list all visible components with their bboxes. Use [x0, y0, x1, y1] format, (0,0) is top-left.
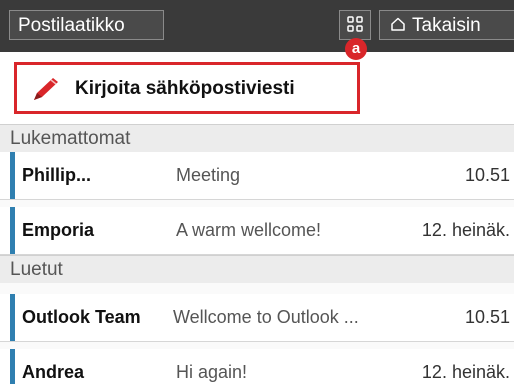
section-title: Luetut — [10, 259, 63, 280]
section-header-read: Luetut — [0, 255, 514, 283]
apps-grid-button[interactable] — [339, 10, 371, 40]
mail-subject: Hi again! — [176, 362, 248, 382]
back-label: Takaisin — [412, 15, 481, 36]
compose-label: Kirjoita sähköpostiviesti — [75, 78, 295, 99]
mail-sender: Andrea — [22, 362, 85, 382]
mail-subject: A warm wellcome! — [176, 220, 322, 240]
mail-row[interactable]: Andrea Hi again! 12. heinäk. — [0, 349, 514, 384]
mail-subject: Meeting — [176, 165, 241, 185]
mail-date: 10.51 — [464, 307, 510, 327]
mail-sender: Emporia — [22, 220, 95, 240]
section-header-unread: Lukemattomat — [0, 124, 514, 152]
mail-date: 10.51 — [464, 165, 510, 185]
annotation-badge: a — [345, 38, 367, 60]
row-marker — [10, 294, 15, 341]
mail-row[interactable]: Emporia A warm wellcome! 12. heinäk. — [0, 207, 514, 255]
compose-area: Kirjoita sähköpostiviesti — [0, 52, 514, 124]
mail-date: 12. heinäk. — [421, 362, 510, 382]
mail-date: 12. heinäk. — [421, 220, 510, 240]
pencil-icon — [34, 78, 58, 100]
mail-subject: Wellcome to Outlook ... — [173, 307, 359, 327]
row-marker — [10, 349, 15, 384]
unread-marker — [10, 207, 15, 254]
top-bar: Postilaatikko Takaisin — [0, 0, 514, 52]
mail-sender: Outlook Team — [22, 307, 141, 327]
mail-row[interactable]: Outlook Team Wellcome to Outlook ... 10.… — [0, 294, 514, 342]
unread-marker — [10, 152, 15, 199]
apps-grid-icon — [347, 16, 363, 33]
inbox-title: Postilaatikko — [18, 15, 125, 36]
section-title: Lukemattomat — [10, 128, 131, 149]
compose-button[interactable]: Kirjoita sähköpostiviesti — [14, 62, 360, 114]
back-button[interactable]: Takaisin — [379, 10, 514, 40]
home-icon — [391, 18, 405, 32]
mail-row[interactable]: Phillip... Meeting 10.51 — [0, 152, 514, 200]
inbox-title-button[interactable]: Postilaatikko — [9, 10, 164, 40]
mail-app: Postilaatikko Takaisin a Kirjoita sähköp… — [0, 0, 514, 384]
mail-sender: Phillip... — [22, 165, 92, 185]
